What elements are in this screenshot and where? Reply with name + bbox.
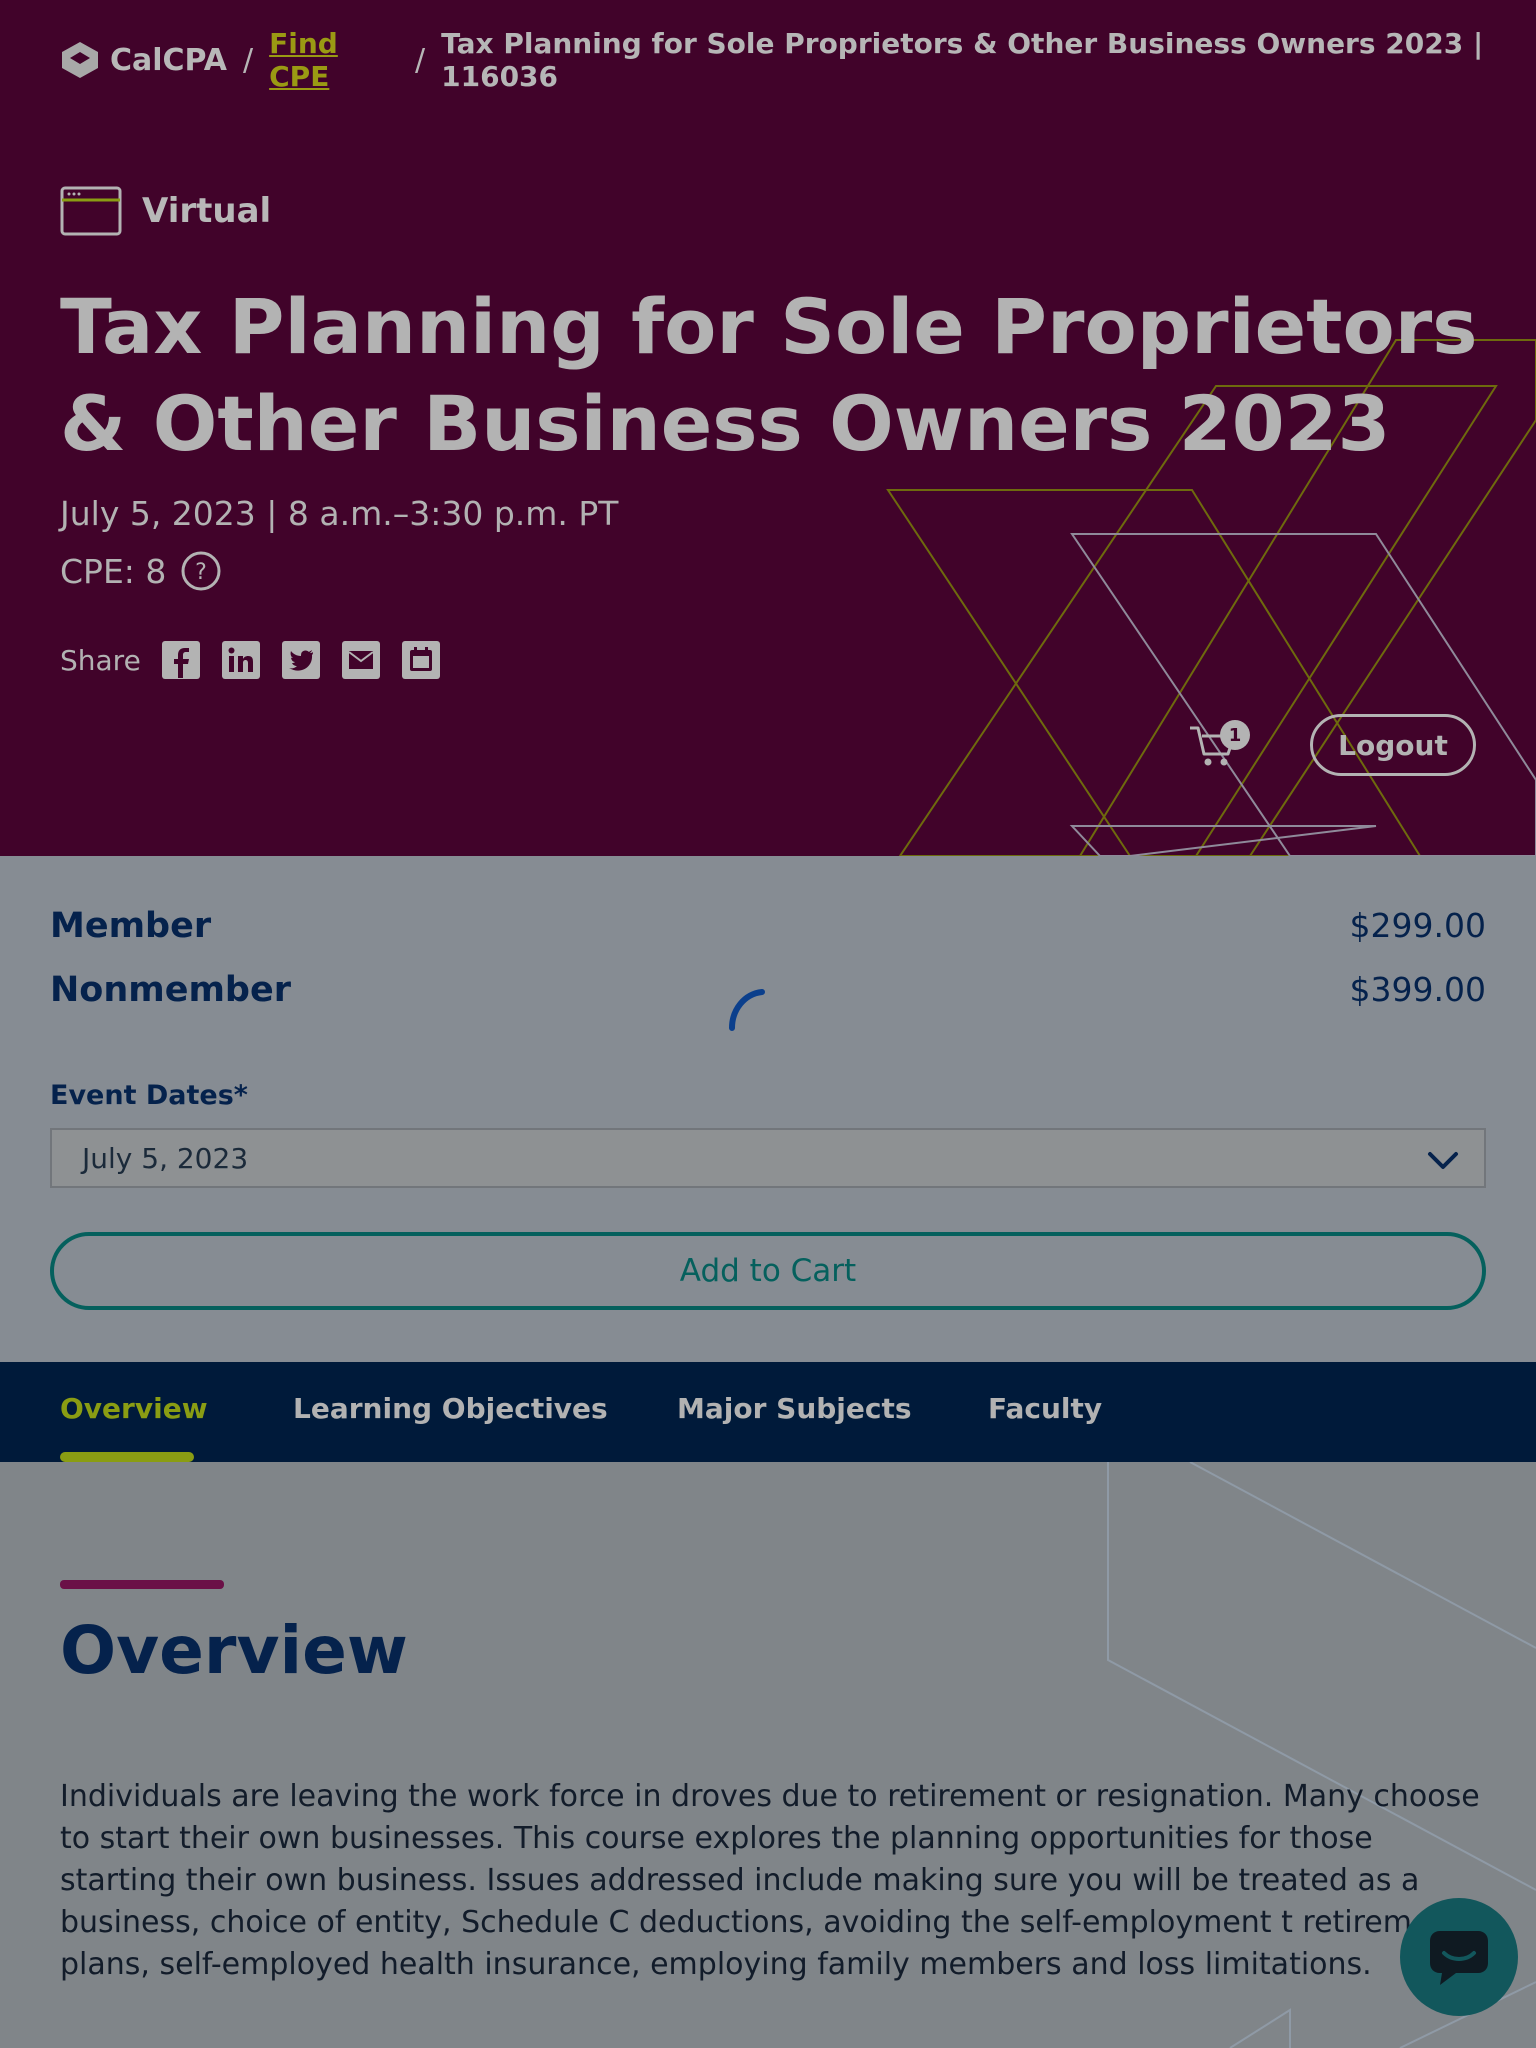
share-label: Share (60, 643, 141, 677)
overview-heading: Overview (60, 1612, 408, 1689)
tab-learning-objectives[interactable]: Learning Objectives (293, 1392, 608, 1425)
member-price-row: Member $299.00 (50, 906, 1486, 946)
chat-icon (1430, 1931, 1488, 1985)
section-tabs: Overview Learning Objectives Major Subje… (0, 1362, 1536, 1462)
event-dates-label: Event Dates* (50, 1080, 248, 1111)
event-date-time: July 5, 2023 | 8 a.m.–3:30 p.m. PT (60, 494, 619, 533)
calcpa-logo-icon (62, 42, 98, 78)
nonmember-price: $399.00 (1349, 970, 1486, 1009)
event-dates-select[interactable]: July 5, 2023 (50, 1128, 1486, 1188)
breadcrumb: CalCPA / Find CPE / Tax Planning for Sol… (60, 27, 1536, 93)
nonmember-label: Nonmember (50, 970, 291, 1010)
format-label: Virtual (142, 191, 272, 231)
breadcrumb-separator: / (243, 42, 254, 78)
add-to-cart-button[interactable]: Add to Cart (50, 1232, 1486, 1310)
cpe-label: CPE: 8 (60, 551, 167, 591)
logo-text: CalCPA (110, 42, 228, 78)
svg-text:?: ? (196, 560, 208, 585)
linkedin-icon[interactable] (221, 640, 261, 680)
section-accent-bar (60, 1580, 224, 1589)
overview-body: Individuals are leaving the work force i… (60, 1779, 1480, 1982)
cpe-credits: CPE: 8 ? (60, 550, 222, 592)
logout-button[interactable]: Logout (1310, 714, 1476, 776)
cart-count-badge: 1 (1220, 720, 1250, 750)
chevron-down-icon (1428, 1152, 1458, 1169)
facebook-icon[interactable] (161, 640, 201, 680)
virtual-browser-icon (60, 186, 122, 236)
hero-banner: CalCPA / Find CPE / Tax Planning for Sol… (0, 0, 1536, 856)
calendar-icon[interactable] (401, 640, 441, 680)
member-label: Member (50, 906, 212, 946)
event-format: Virtual (60, 186, 271, 236)
breadcrumb-find-cpe-link[interactable]: Find CPE (269, 27, 399, 93)
loading-spinner-icon (729, 989, 765, 1031)
event-dates-selected: July 5, 2023 (82, 1141, 249, 1175)
member-price: $299.00 (1349, 906, 1486, 945)
page-title: Tax Planning for Sole Proprietors & Othe… (60, 282, 1478, 468)
tab-major-subjects[interactable]: Major Subjects (677, 1392, 912, 1425)
active-tab-indicator (60, 1452, 194, 1462)
calcpa-logo[interactable]: CalCPA (60, 40, 227, 80)
breadcrumb-current: Tax Planning for Sole Proprietors & Othe… (441, 27, 1484, 93)
chat-button[interactable] (1400, 1898, 1518, 2016)
help-icon[interactable]: ? (180, 550, 222, 592)
email-icon[interactable] (341, 640, 381, 680)
tab-overview[interactable]: Overview (60, 1392, 208, 1425)
tab-faculty[interactable]: Faculty (988, 1392, 1102, 1425)
share-bar: Share (60, 640, 441, 680)
twitter-icon[interactable] (281, 640, 321, 680)
breadcrumb-separator: / (415, 42, 426, 78)
